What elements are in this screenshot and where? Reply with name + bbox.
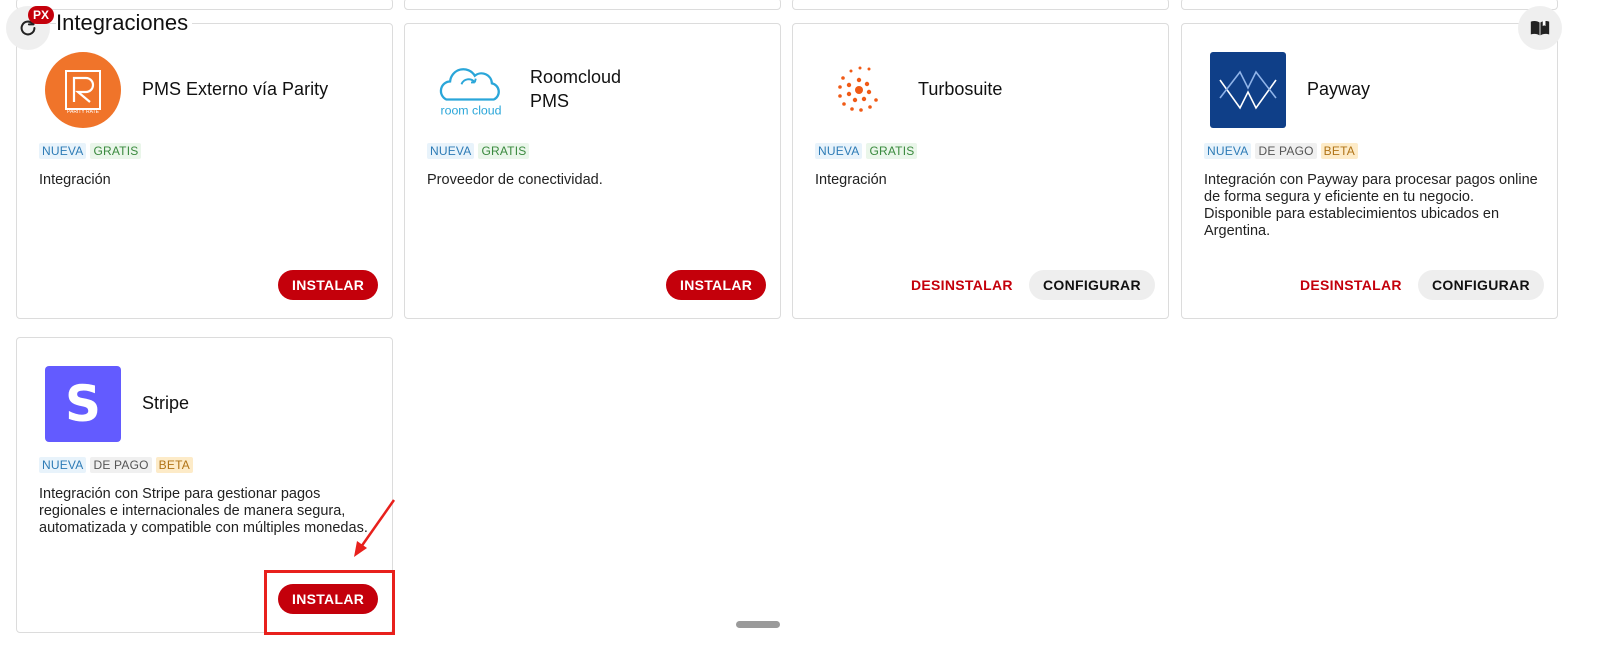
drag-handle[interactable] xyxy=(736,621,780,628)
integrations-page: PARITY RATE PMS Externo vía Parity NUEVA… xyxy=(0,0,1600,646)
annotation-highlight-box xyxy=(264,570,395,635)
annotation-arrow xyxy=(354,499,396,557)
